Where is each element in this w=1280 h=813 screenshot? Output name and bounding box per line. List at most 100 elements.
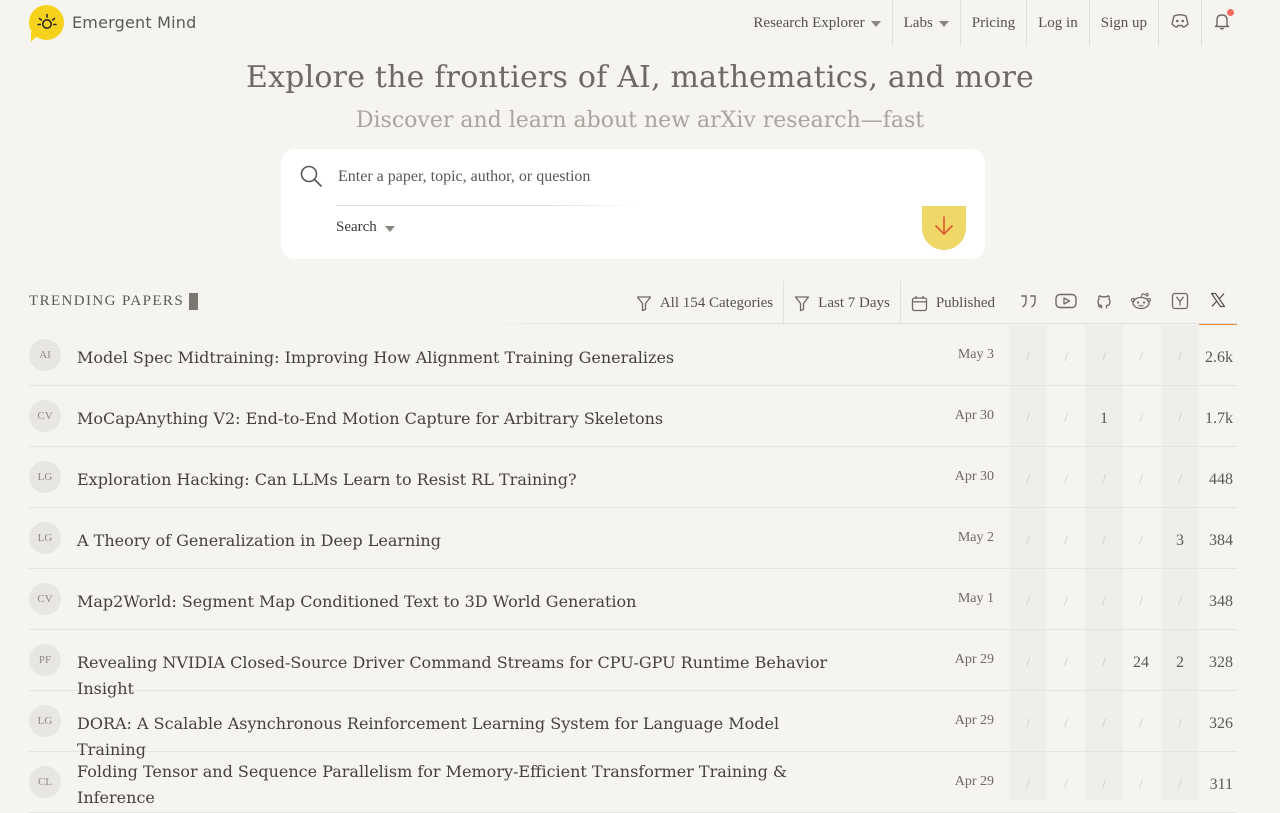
published-date: Apr 30 — [954, 469, 994, 484]
paper-title[interactable]: A Theory of Generalization in Deep Learn… — [77, 528, 837, 554]
sort-by-hackernews[interactable] — [1161, 281, 1199, 325]
metric-quote-count: / — [1026, 593, 1030, 608]
date-type-filter-label: Published — [935, 294, 995, 311]
metric-github-count: / — [1102, 471, 1106, 486]
paper-row[interactable]: AI Model Spec Midtraining: Improving How … — [29, 325, 1237, 386]
metric-github-count: / — [1102, 593, 1106, 608]
paper-title[interactable]: Model Spec Midtraining: Improving How Al… — [77, 345, 837, 371]
arrow-down-icon — [933, 214, 955, 242]
category-badge[interactable]: PF — [29, 644, 61, 676]
metric-youtube-count: / — [1064, 532, 1068, 547]
sort-by-reddit[interactable] — [1122, 281, 1160, 325]
metric-reddit-count: / — [1139, 471, 1143, 486]
metric-github-count: / — [1102, 715, 1106, 730]
published-date: May 2 — [957, 530, 994, 545]
search-icon — [299, 164, 323, 192]
search-mode-dropdown[interactable]: Search — [336, 219, 395, 236]
paper-row[interactable]: LG A Theory of Generalization in Deep Lea… — [29, 508, 1237, 569]
metric-reddit-count: / — [1139, 410, 1143, 425]
metric-reddit-count: / — [1139, 349, 1143, 364]
nav-labs-label: Labs — [903, 14, 933, 31]
paper-row[interactable]: PF Revealing NVIDIA Closed-Source Driver … — [29, 630, 1237, 698]
notification-dot — [1227, 8, 1234, 16]
brand-name: Emergent Mind — [72, 13, 197, 32]
chevron-down-icon — [870, 21, 881, 27]
published-date: Apr 29 — [954, 652, 994, 667]
main-nav: Research Explorer Labs Pricing Log in Si… — [742, 0, 1242, 46]
metric-quote-count: / — [1026, 410, 1030, 425]
metric-youtube-count: / — [1064, 654, 1068, 669]
paper-row[interactable]: LG DORA: A Scalable Asynchronous Reinforc… — [29, 691, 1237, 759]
metric-github-count: / — [1102, 349, 1106, 364]
nav-research-explorer[interactable]: Research Explorer — [742, 0, 893, 46]
metric-quote-count: / — [1026, 349, 1030, 364]
metric-x-count: 448 — [1209, 471, 1233, 488]
paper-title[interactable]: Map2World: Segment Map Conditioned Text … — [77, 589, 837, 615]
header-divider — [470, 323, 1237, 324]
metric-x-count: 328 — [1209, 654, 1233, 671]
search-divider — [336, 205, 641, 206]
hero-title: Explore the frontiers of AI, mathematics… — [245, 60, 1035, 95]
metric-youtube-count: / — [1064, 349, 1068, 364]
metric-github-count: / — [1102, 654, 1106, 669]
search-mode-label: Search — [336, 219, 377, 235]
date-type-filter[interactable]: Published — [901, 281, 1005, 325]
lightbulb-logo-icon — [29, 5, 64, 40]
sort-by-x[interactable] — [1199, 281, 1237, 325]
period-filter-label: Last 7 Days — [818, 294, 890, 311]
quote-icon — [1019, 293, 1037, 313]
category-badge[interactable]: LG — [29, 461, 61, 493]
nav-research-explorer-label: Research Explorer — [753, 14, 865, 31]
calendar-icon — [911, 295, 927, 311]
brand-link[interactable]: Emergent Mind — [29, 5, 196, 40]
chevron-down-icon — [384, 225, 395, 232]
period-filter[interactable]: Last 7 Days — [784, 281, 901, 325]
x-icon — [1210, 292, 1226, 312]
published-date: May 1 — [957, 591, 994, 606]
github-icon — [1095, 292, 1113, 314]
notifications-button[interactable] — [1202, 0, 1242, 46]
filter-icon — [636, 295, 651, 311]
sort-by-youtube[interactable] — [1047, 281, 1085, 325]
search-input[interactable] — [336, 161, 700, 193]
paper-row[interactable]: LG Exploration Hacking: Can LLMs Learn to… — [29, 447, 1237, 508]
paper-row[interactable]: CV Map2World: Segment Map Conditioned Tex… — [29, 569, 1237, 630]
category-badge[interactable]: AI — [29, 339, 61, 371]
metric-x-count: 326 — [1209, 715, 1233, 732]
category-badge[interactable]: CV — [29, 400, 61, 432]
nav-labs[interactable]: Labs — [893, 0, 961, 46]
metric-quote-count: / — [1026, 532, 1030, 547]
metric-x-count: 311 — [1209, 776, 1233, 793]
metric-youtube-count: / — [1064, 776, 1068, 791]
paper-row[interactable]: CV MoCapAnything V2: End-to-End Motion Ca… — [29, 386, 1237, 447]
metric-x-count: 1.7k — [1205, 410, 1233, 427]
nav-signup-label: Sign up — [1100, 14, 1147, 31]
sort-by-github[interactable] — [1085, 281, 1123, 325]
published-date: Apr 29 — [954, 774, 994, 789]
metric-x-count: 384 — [1209, 532, 1233, 549]
category-badge[interactable]: CV — [29, 583, 61, 615]
metric-x-count: 348 — [1209, 593, 1233, 610]
category-filter[interactable]: All 154 Categories — [626, 281, 785, 325]
paper-title[interactable]: MoCapAnything V2: End-to-End Motion Capt… — [77, 406, 837, 432]
category-badge[interactable]: CL — [29, 766, 61, 798]
filter-bar: All 154 Categories Last 7 Days Published — [626, 281, 1005, 325]
paper-title[interactable]: Folding Tensor and Sequence Parallelism … — [77, 759, 837, 811]
submit-search-button[interactable] — [922, 206, 966, 250]
category-badge[interactable]: LG — [29, 522, 61, 554]
discord-icon — [1170, 13, 1190, 34]
published-date: May 3 — [957, 347, 994, 362]
sort-by-citations[interactable] — [1009, 281, 1047, 325]
nav-pricing-label: Pricing — [971, 14, 1016, 31]
nav-signup[interactable]: Sign up — [1090, 0, 1159, 46]
paper-row[interactable]: CL Folding Tensor and Sequence Parallelis… — [29, 752, 1237, 813]
category-filter-label: All 154 Categories — [659, 294, 774, 311]
nav-pricing[interactable]: Pricing — [961, 0, 1028, 46]
metric-youtube-count: / — [1064, 593, 1068, 608]
discord-button[interactable] — [1159, 0, 1202, 46]
paper-title[interactable]: Exploration Hacking: Can LLMs Learn to R… — [77, 467, 837, 493]
nav-login[interactable]: Log in — [1027, 0, 1090, 46]
chevron-down-icon — [938, 21, 949, 27]
metric-reddit-count: / — [1139, 532, 1143, 547]
category-badge[interactable]: LG — [29, 705, 61, 737]
